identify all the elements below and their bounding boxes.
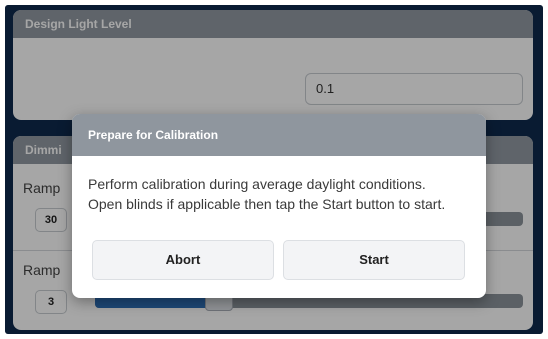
start-button[interactable]: Start: [283, 240, 465, 280]
dialog-message: Perform calibration during average dayli…: [72, 156, 486, 214]
dialog-message-line-2: Open blinds if applicable then tap the S…: [88, 196, 446, 212]
dialog-message-line-1: Perform calibration during average dayli…: [88, 176, 426, 192]
calibration-dialog: Prepare for Calibration Perform calibrat…: [72, 114, 486, 298]
dialog-title: Prepare for Calibration: [72, 114, 486, 156]
abort-button[interactable]: Abort: [92, 240, 274, 280]
